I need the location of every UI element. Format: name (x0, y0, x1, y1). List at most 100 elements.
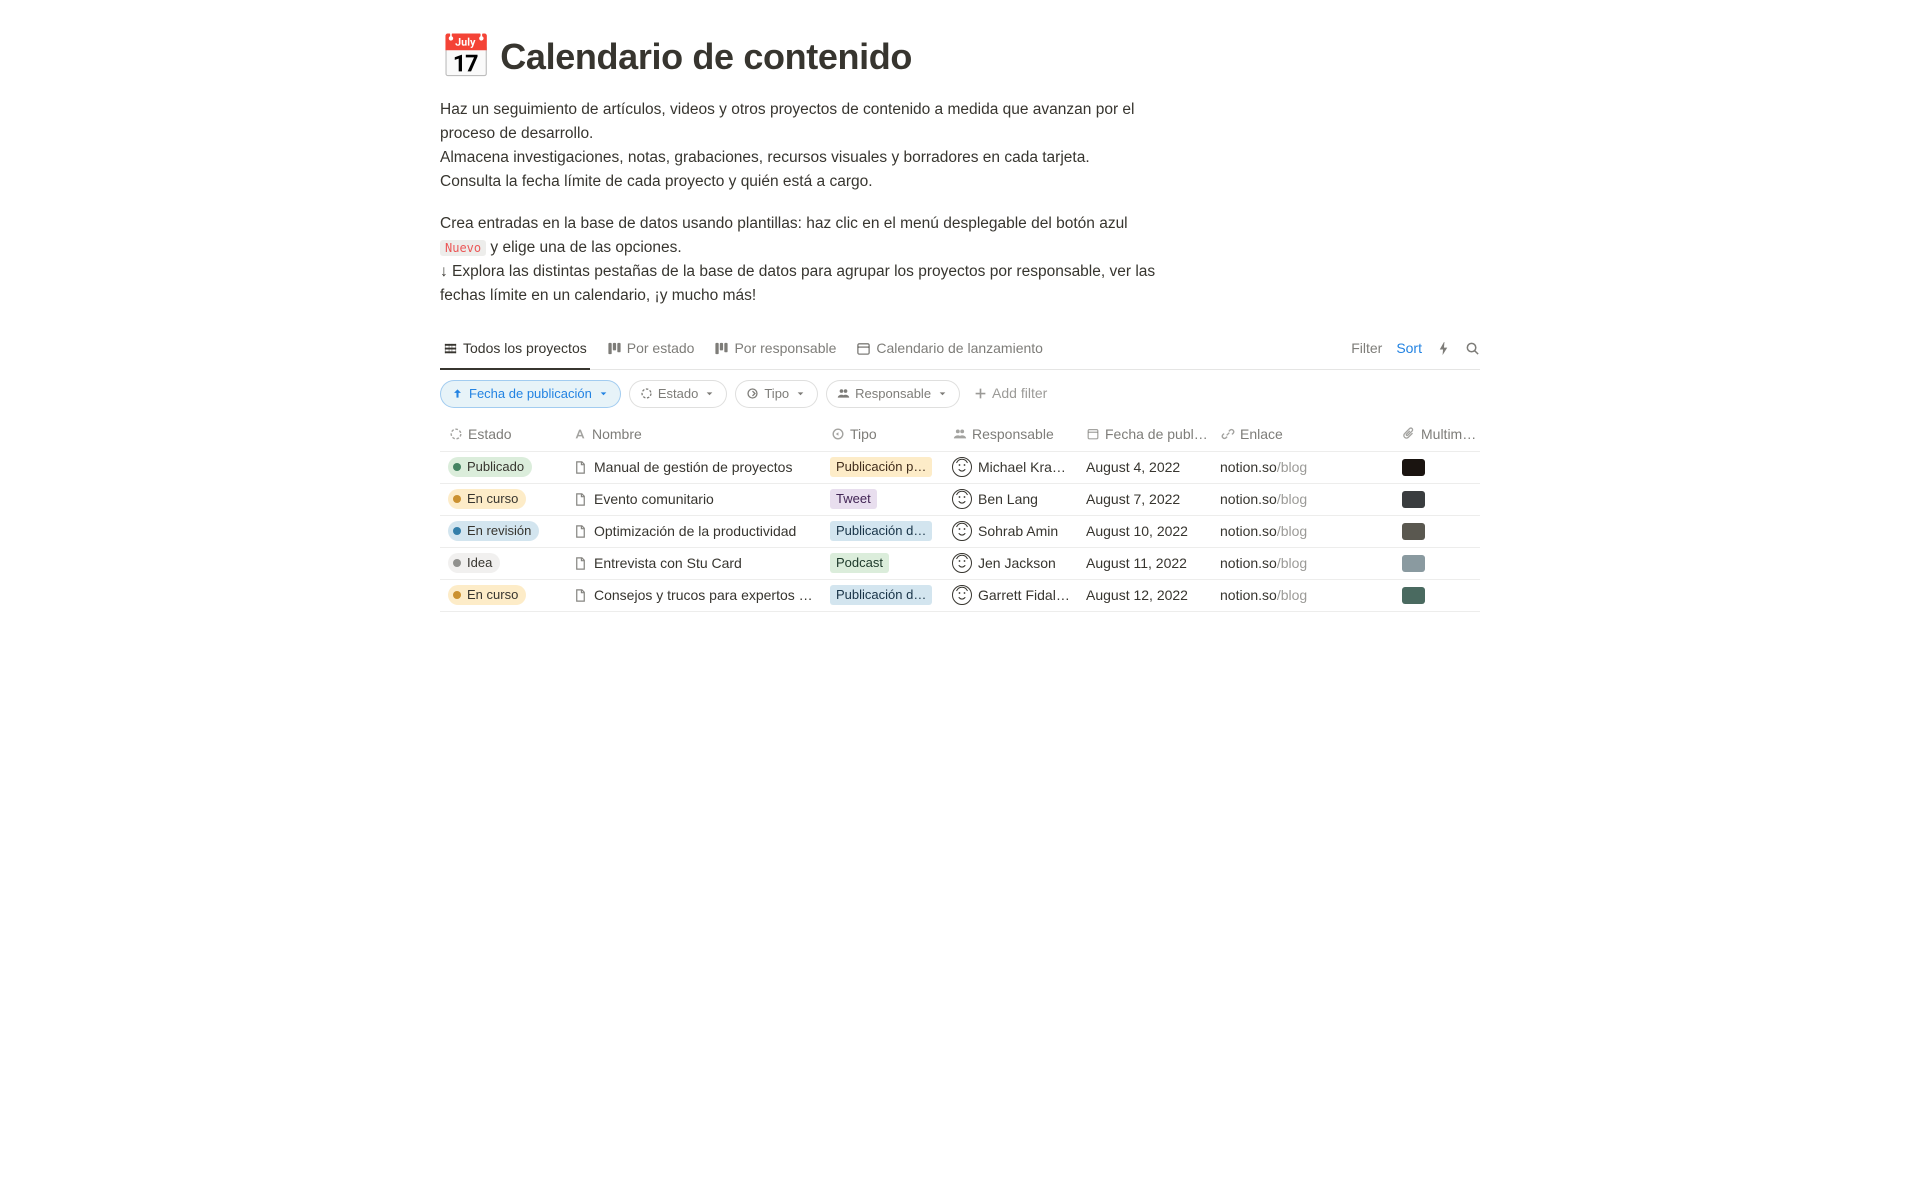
fecha-value: August 4, 2022 (1086, 457, 1180, 478)
filter-chip-estado[interactable]: Estado (629, 380, 727, 408)
column-header-label: Fecha de publ… (1105, 424, 1208, 445)
status-icon (640, 387, 653, 400)
fecha-value: August 12, 2022 (1086, 585, 1188, 606)
view-tab-status[interactable]: Por estado (604, 328, 698, 369)
column-header-nombre[interactable]: Nombre (564, 418, 822, 451)
plus-icon (974, 387, 987, 400)
column-header-enlace[interactable]: Enlace (1212, 418, 1394, 451)
column-header-tipo[interactable]: Tipo (822, 418, 944, 451)
cell-responsable[interactable]: Garrett Fidalgo (944, 580, 1078, 611)
link-domain: notion.so (1220, 521, 1277, 542)
column-header-responsable[interactable]: Responsable (944, 418, 1078, 451)
cell-responsable[interactable]: Sohrab Amin (944, 516, 1078, 547)
column-header-label: Tipo (850, 424, 877, 445)
view-tab-label: Todos los proyectos (463, 338, 587, 359)
search-icon[interactable] (1465, 341, 1480, 356)
view-tab-responsible[interactable]: Por responsable (711, 328, 839, 369)
row-title: Entrevista con Stu Card (594, 553, 742, 574)
link-domain: notion.so (1220, 457, 1277, 478)
cell-estado[interactable]: Publicado (440, 452, 564, 483)
table-row[interactable]: En curso Consejos y trucos para expertos … (440, 580, 1480, 612)
link-path: /blog (1277, 489, 1307, 510)
cell-tipo[interactable]: Publicación d… (822, 580, 944, 611)
responsable-name: Garrett Fidalgo (978, 585, 1070, 606)
cell-multimedia[interactable] (1394, 548, 1478, 579)
media-thumbnail (1402, 459, 1425, 476)
avatar (952, 489, 972, 509)
cell-nombre[interactable]: Entrevista con Stu Card (564, 548, 822, 579)
media-thumbnail (1402, 555, 1425, 572)
status-dot-icon (453, 591, 461, 599)
tipo-tag: Publicación d… (830, 521, 932, 541)
filter-button[interactable]: Filter (1351, 338, 1382, 359)
cell-nombre[interactable]: Consejos y trucos para expertos en A (564, 580, 822, 611)
filter-chip-tipo[interactable]: Tipo (735, 380, 818, 408)
cell-multimedia[interactable] (1394, 484, 1478, 515)
cell-responsable[interactable]: Ben Lang (944, 484, 1078, 515)
page-description: Haz un seguimiento de artículos, videos … (440, 98, 1160, 308)
status-badge: En curso (448, 489, 526, 509)
cell-estado[interactable]: En curso (440, 580, 564, 611)
arrow-up-icon (451, 387, 464, 400)
table-row[interactable]: En curso Evento comunitario Tweet Ben LangA… (440, 484, 1480, 516)
cell-fecha[interactable]: August 11, 2022 (1078, 548, 1212, 579)
cell-enlace[interactable]: notion.so/blog (1212, 452, 1394, 483)
cell-nombre[interactable]: Evento comunitario (564, 484, 822, 515)
automations-icon[interactable] (1436, 341, 1451, 356)
cell-enlace[interactable]: notion.so/blog (1212, 484, 1394, 515)
cell-multimedia[interactable] (1394, 452, 1478, 483)
cell-nombre[interactable]: Optimización de la productividad (564, 516, 822, 547)
table-row[interactable]: PublicadoManual de gestión de proyectosP… (440, 452, 1480, 484)
cell-fecha[interactable]: August 12, 2022 (1078, 580, 1212, 611)
view-tab-calendar[interactable]: Calendario de lanzamiento (853, 328, 1046, 369)
cell-responsable[interactable]: Jen Jackson (944, 548, 1078, 579)
page-icon (572, 459, 589, 476)
table-row[interactable]: Idea Entrevista con Stu Card PodcastJen Ja… (440, 548, 1480, 580)
page-icon[interactable]: 📅 (440, 36, 492, 78)
page-icon (572, 555, 589, 572)
cell-multimedia[interactable] (1394, 580, 1478, 611)
status-label: En revisión (467, 522, 531, 540)
sort-chip-fecha[interactable]: Fecha de publicación (440, 380, 621, 408)
status-label: Idea (467, 554, 492, 572)
avatar (952, 553, 972, 573)
cell-estado[interactable]: En revisión (440, 516, 564, 547)
cell-fecha[interactable]: August 10, 2022 (1078, 516, 1212, 547)
status-dot-icon (453, 527, 461, 535)
cell-estado[interactable]: En curso (440, 484, 564, 515)
cell-multimedia[interactable] (1394, 516, 1478, 547)
column-header-multimedia[interactable]: Multim… (1394, 418, 1478, 451)
cell-tipo[interactable]: Publicación d… (822, 516, 944, 547)
cell-responsable[interactable]: Michael Krantz (944, 452, 1078, 483)
page-icon (572, 587, 589, 604)
board-icon (714, 341, 729, 356)
tipo-tag: Publicación d… (830, 585, 932, 605)
filter-chip-responsable[interactable]: Responsable (826, 380, 960, 408)
cell-tipo[interactable]: Publicación p… (822, 452, 944, 483)
cell-estado[interactable]: Idea (440, 548, 564, 579)
description-line: ↓ Explora las distintas pestañas de la b… (440, 260, 1160, 308)
column-header-fecha[interactable]: Fecha de publ… (1078, 418, 1212, 451)
view-tab-label: Calendario de lanzamiento (876, 338, 1043, 359)
cell-enlace[interactable]: notion.so/blog (1212, 580, 1394, 611)
sort-button[interactable]: Sort (1396, 338, 1422, 359)
view-tab-all[interactable]: Todos los proyectos (440, 329, 590, 370)
cell-enlace[interactable]: notion.so/blog (1212, 548, 1394, 579)
media-thumbnail (1402, 491, 1425, 508)
page-title[interactable]: Calendario de contenido (500, 30, 912, 84)
cell-tipo[interactable]: Tweet (822, 484, 944, 515)
tipo-tag: Tweet (830, 489, 877, 509)
cell-enlace[interactable]: notion.so/blog (1212, 516, 1394, 547)
column-header-estado[interactable]: Estado (440, 418, 564, 451)
cell-fecha[interactable]: August 7, 2022 (1078, 484, 1212, 515)
add-filter-button[interactable]: Add filter (968, 383, 1047, 404)
link-path: /blog (1277, 521, 1307, 542)
status-badge: Idea (448, 553, 500, 573)
table-header-row: Estado Nombre Tipo (440, 418, 1480, 452)
cell-nombre[interactable]: Manual de gestión de proyectos (564, 452, 822, 483)
table-row[interactable]: En revisión Optimización de la productivi… (440, 516, 1480, 548)
select-icon (746, 387, 759, 400)
cell-tipo[interactable]: Podcast (822, 548, 944, 579)
cell-fecha[interactable]: August 4, 2022 (1078, 452, 1212, 483)
status-label: En curso (467, 586, 518, 604)
